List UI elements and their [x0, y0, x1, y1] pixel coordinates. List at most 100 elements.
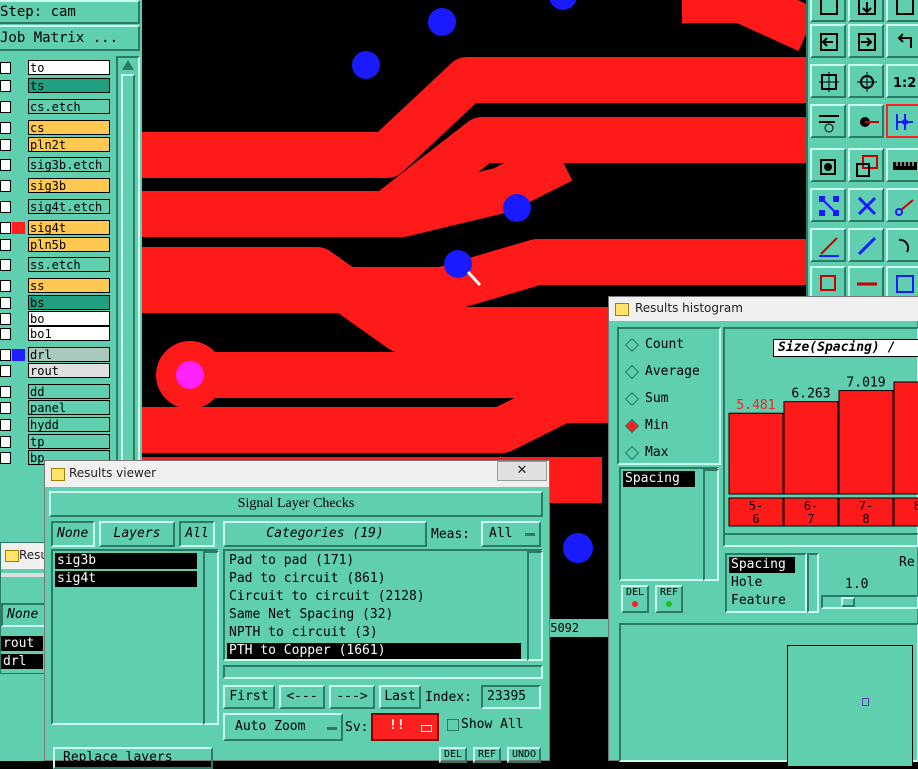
layer-checkbox[interactable] [0, 349, 11, 361]
layer-row[interactable]: ss.etch [0, 257, 112, 273]
view-icon[interactable] [810, 0, 846, 22]
resolution-slider[interactable] [821, 595, 918, 609]
layer-row[interactable]: sig4t.etch [0, 199, 112, 215]
job-matrix-button[interactable]: Job Matrix ... [0, 25, 140, 51]
show-all-checkbox[interactable] [447, 719, 459, 731]
chart-hscrollbar[interactable] [723, 533, 918, 547]
layer-checkbox[interactable] [0, 139, 11, 151]
layer-list-scrollbar[interactable] [116, 56, 140, 526]
first-button[interactable]: First [223, 685, 275, 709]
undo-view-icon[interactable] [886, 24, 918, 58]
categories-hscrollbar[interactable] [223, 665, 543, 679]
statistic-option[interactable]: Sum [624, 389, 717, 409]
results-viewer-titlebar[interactable]: Results viewer ✕ [45, 461, 549, 487]
layer-row[interactable]: cs [0, 120, 112, 136]
pad-tool-icon[interactable] [810, 266, 846, 300]
layer-checkbox[interactable] [0, 313, 11, 325]
layer-checkbox[interactable] [0, 222, 11, 234]
histogram-bar[interactable] [783, 401, 839, 495]
arc-tool-icon[interactable] [886, 228, 918, 262]
layer-row[interactable]: sig3b [0, 178, 112, 194]
route-icon[interactable] [886, 188, 918, 222]
statistic-option[interactable]: Min [624, 416, 717, 436]
prev-button[interactable]: <--- [279, 685, 325, 709]
pan-right-icon[interactable] [848, 24, 884, 58]
category-item[interactable]: PTH to Copper (1661) [227, 643, 521, 659]
list-item[interactable]: drl [1, 654, 43, 669]
layer-checkbox[interactable] [0, 419, 11, 431]
index-field[interactable]: 23395 [481, 685, 541, 709]
probe-icon[interactable] [848, 104, 884, 138]
histogram-titlebar[interactable]: Results histogram [609, 297, 918, 321]
layer-row[interactable]: pln5b [0, 237, 112, 253]
histogram-list-scrollbar[interactable] [703, 469, 719, 581]
pan-down-icon[interactable] [848, 0, 884, 22]
measure-tool-icon[interactable] [810, 104, 846, 138]
category-item[interactable]: Pad to circuit (861) [227, 571, 521, 587]
zoom-center-icon[interactable] [848, 64, 884, 98]
layer-checkbox[interactable] [0, 328, 11, 340]
layers-button[interactable]: Layers [99, 521, 175, 547]
snap-tool-icon[interactable] [886, 266, 918, 300]
layer-row[interactable]: cs.etch [0, 99, 112, 115]
field-list-item[interactable]: Hole [731, 575, 762, 590]
layer-row[interactable]: tp [0, 434, 112, 450]
field-list-scrollbar[interactable] [807, 553, 819, 613]
meas-select[interactable]: All [481, 521, 541, 547]
ruler-icon[interactable] [886, 148, 918, 182]
layers-scrollbar[interactable] [203, 551, 219, 725]
layer-checkbox[interactable] [0, 402, 11, 414]
category-item[interactable]: Same Net Spacing (32) [227, 607, 521, 623]
layer-row[interactable]: bo1 [0, 326, 112, 342]
layer-checkbox[interactable] [0, 436, 11, 448]
none-button[interactable]: None [1, 603, 47, 627]
layer-row[interactable]: to [0, 60, 112, 76]
list-item[interactable]: rout [1, 636, 43, 651]
net-tool-icon[interactable] [886, 104, 918, 138]
histogram-list-item[interactable]: Spacing [623, 471, 695, 487]
replace-layers-button[interactable]: Replace layers [53, 747, 213, 769]
statistic-option[interactable]: Max [624, 443, 717, 463]
diagonal-tool-icon[interactable] [848, 228, 884, 262]
all-button[interactable]: All [179, 521, 215, 547]
layer-row[interactable]: ts [0, 78, 112, 94]
none-button[interactable]: None [51, 521, 95, 547]
severity-select[interactable]: !! [371, 713, 439, 741]
layer-checkbox[interactable] [0, 180, 11, 192]
statistic-option[interactable]: Average [624, 362, 717, 382]
layer-checkbox[interactable] [0, 80, 11, 92]
histogram-bar[interactable] [893, 381, 918, 495]
hline-tool-icon[interactable] [848, 266, 884, 300]
field-list-item[interactable]: Spacing [729, 557, 795, 573]
last-button[interactable]: Last [379, 685, 421, 709]
field-list-item[interactable]: Feature [731, 593, 786, 608]
statistic-option[interactable]: Count [624, 335, 717, 355]
layer-checkbox[interactable] [0, 365, 11, 377]
layer-row[interactable]: panel [0, 400, 112, 416]
ref-button[interactable]: REF [655, 585, 683, 613]
layer-row[interactable]: rout [0, 363, 112, 379]
category-item[interactable]: Circuit to circuit (2128) [227, 589, 521, 605]
layer-row[interactable]: bs [0, 295, 112, 311]
layer-checkbox[interactable] [0, 280, 11, 292]
layer-checkbox[interactable] [0, 159, 11, 171]
category-item[interactable]: Pad to pad (171) [227, 553, 521, 569]
pan-left-icon[interactable] [810, 24, 846, 58]
auto-zoom-select[interactable]: Auto Zoom [223, 713, 343, 741]
layer-row[interactable]: pln2t [0, 137, 112, 153]
layer-list-item[interactable]: sig3b [55, 553, 197, 569]
layer-row[interactable]: hydd [0, 417, 112, 433]
layer-list-item[interactable]: sig4t [55, 571, 197, 587]
layer-checkbox[interactable] [0, 452, 11, 464]
grid-icon[interactable] [886, 0, 918, 22]
select-area-icon[interactable] [848, 148, 884, 182]
histogram-bar[interactable] [838, 390, 894, 495]
category-item[interactable]: NPTH to circuit (3) [227, 625, 521, 641]
layer-checkbox[interactable] [0, 201, 11, 213]
categories-scrollbar[interactable] [527, 551, 543, 661]
layer-checkbox[interactable] [0, 259, 11, 271]
layer-checkbox[interactable] [0, 101, 11, 113]
layer-row[interactable]: ss [0, 278, 112, 294]
next-button[interactable]: ---> [329, 685, 375, 709]
categories-button[interactable]: Categories (19) [223, 521, 427, 547]
